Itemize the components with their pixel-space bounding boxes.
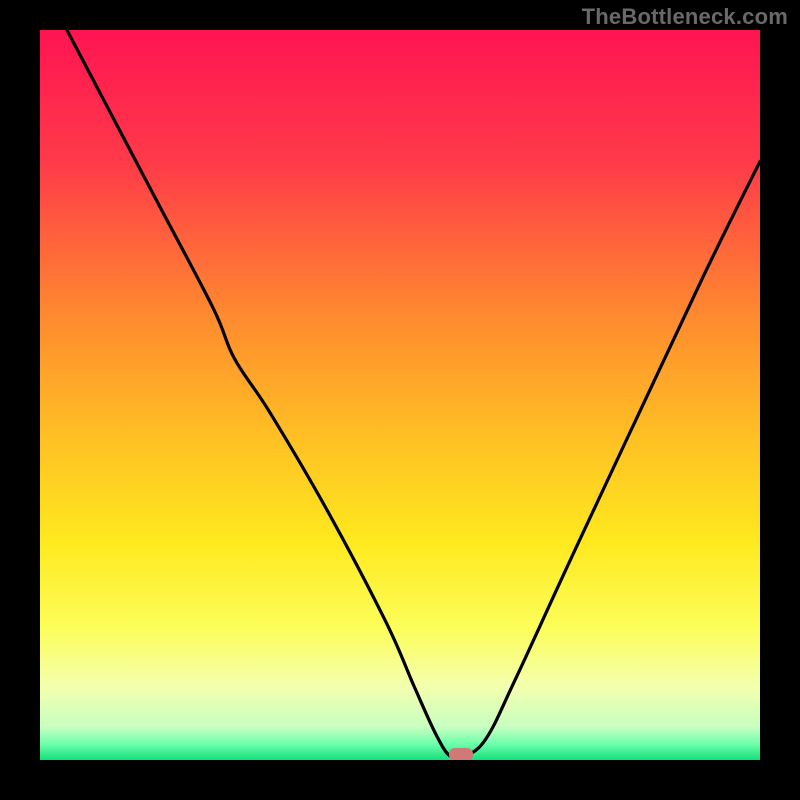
optimal-point-marker-icon (449, 748, 473, 760)
plot-area (40, 30, 760, 760)
curve-overlay (40, 30, 760, 760)
bottleneck-curve-path (40, 30, 760, 759)
credit-watermark: TheBottleneck.com (582, 4, 788, 30)
chart-frame: TheBottleneck.com (0, 0, 800, 800)
